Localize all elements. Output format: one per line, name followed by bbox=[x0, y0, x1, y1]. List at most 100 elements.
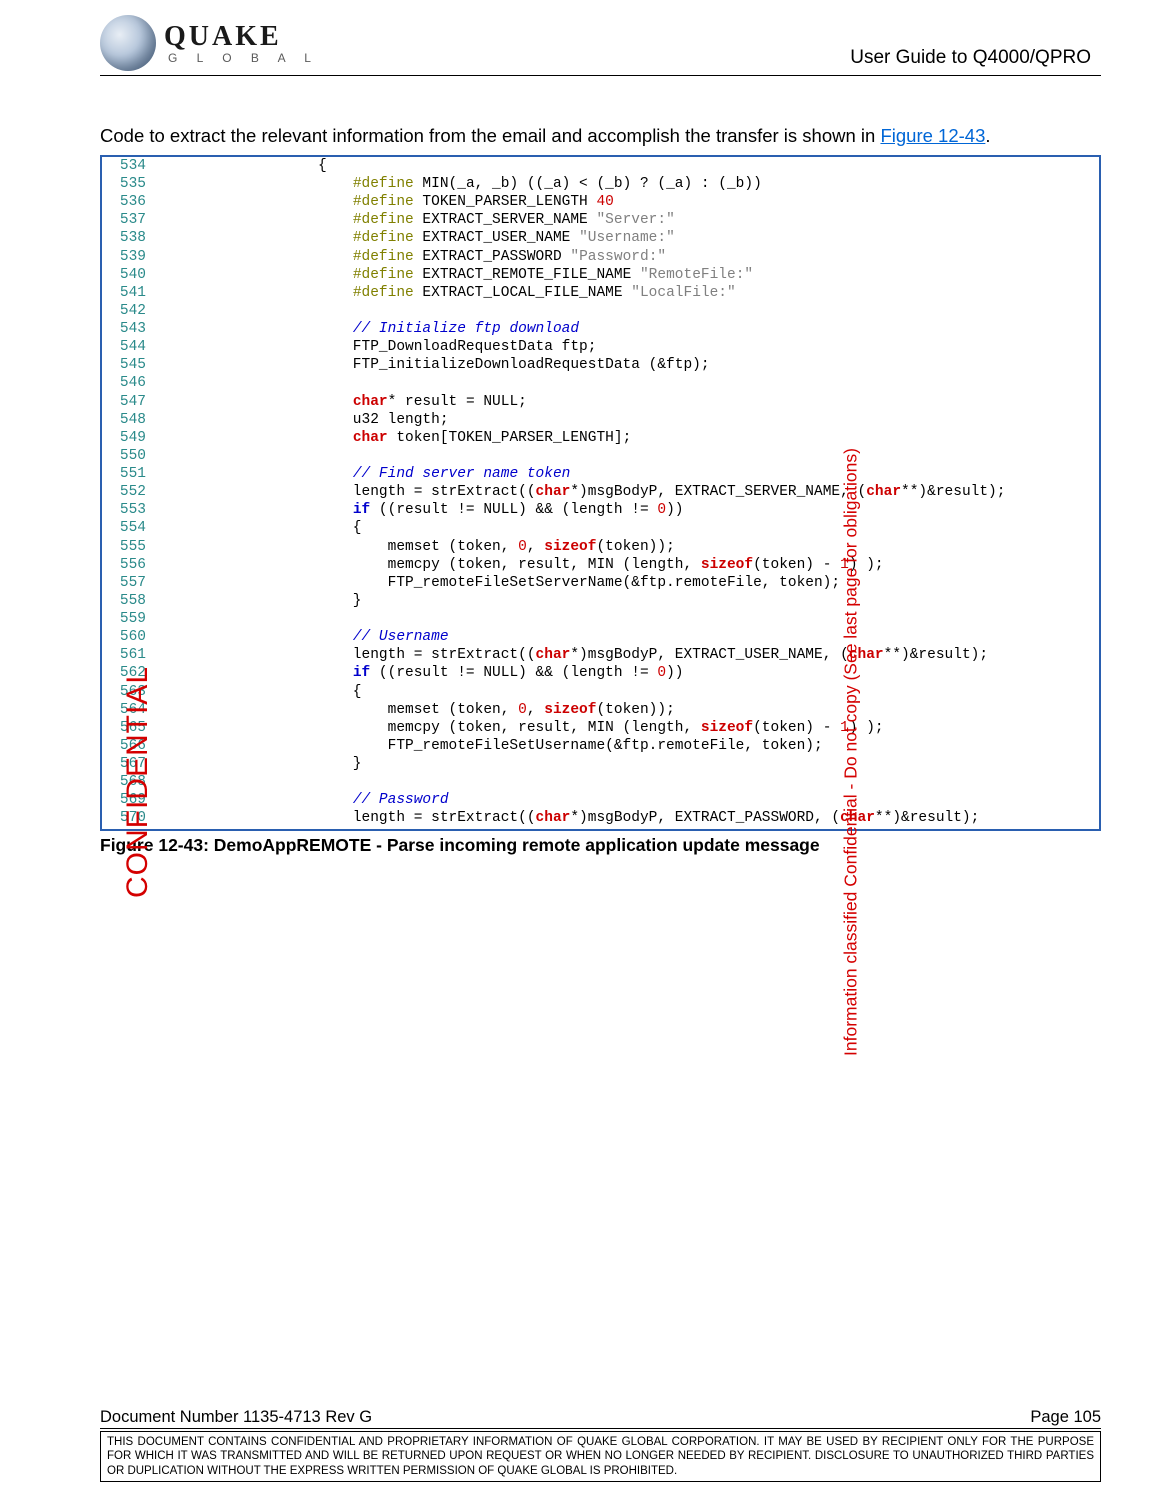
intro-period: . bbox=[985, 125, 990, 146]
logo-sub-text: G L O B A L bbox=[168, 51, 319, 65]
code-line: 569 // Password bbox=[102, 791, 1099, 809]
code-line: 554 { bbox=[102, 519, 1099, 537]
intro-paragraph: Code to extract the relevant information… bbox=[100, 124, 1101, 149]
line-number: 560 bbox=[102, 628, 158, 646]
code-text: // Initialize ftp download bbox=[158, 320, 1099, 338]
code-text: memcpy (token, result, MIN (length, size… bbox=[158, 556, 1099, 574]
page-header: QUAKE G L O B A L User Guide to Q4000/QP… bbox=[100, 15, 1101, 76]
globe-icon bbox=[100, 15, 156, 71]
code-line: 564 memset (token, 0, sizeof(token)); bbox=[102, 701, 1099, 719]
code-text: length = strExtract((char*)msgBodyP, EXT… bbox=[158, 646, 1099, 664]
code-line: 549 char token[TOKEN_PARSER_LENGTH]; bbox=[102, 429, 1099, 447]
confidential-watermark-left: CONFIDENTIAL bbox=[121, 666, 155, 898]
figure-caption: Figure 12-43: DemoAppREMOTE - Parse inco… bbox=[100, 835, 1101, 856]
code-line: 570 length = strExtract((char*)msgBodyP,… bbox=[102, 809, 1099, 827]
code-line: 541 #define EXTRACT_LOCAL_FILE_NAME "Loc… bbox=[102, 284, 1099, 302]
code-text: FTP_remoteFileSetUsername(&ftp.remoteFil… bbox=[158, 737, 1099, 755]
figure-link[interactable]: Figure 12-43 bbox=[880, 125, 985, 146]
line-number: 547 bbox=[102, 393, 158, 411]
code-text: } bbox=[158, 755, 1099, 773]
code-text: { bbox=[158, 157, 1099, 175]
code-line: 546 bbox=[102, 374, 1099, 392]
code-text: length = strExtract((char*)msgBodyP, EXT… bbox=[158, 809, 1099, 827]
code-text: #define EXTRACT_LOCAL_FILE_NAME "LocalFi… bbox=[158, 284, 1099, 302]
code-line: 534{ bbox=[102, 157, 1099, 175]
code-text bbox=[158, 610, 1099, 628]
code-line: 553 if ((result != NULL) && (length != 0… bbox=[102, 501, 1099, 519]
confidential-watermark-right: Information classified Confidential - Do… bbox=[841, 448, 862, 1056]
code-line: 543 // Initialize ftp download bbox=[102, 320, 1099, 338]
code-line: 558 } bbox=[102, 592, 1099, 610]
code-text: length = strExtract((char*)msgBodyP, EXT… bbox=[158, 483, 1099, 501]
line-number: 548 bbox=[102, 411, 158, 429]
code-line: 550 bbox=[102, 447, 1099, 465]
line-number: 552 bbox=[102, 483, 158, 501]
code-text: } bbox=[158, 592, 1099, 610]
page-footer: Document Number 1135-4713 Rev G Page 105… bbox=[100, 1408, 1101, 1482]
code-text: if ((result != NULL) && (length != 0)) bbox=[158, 501, 1099, 519]
code-text bbox=[158, 447, 1099, 465]
intro-text: Code to extract the relevant information… bbox=[100, 125, 880, 146]
document-title: User Guide to Q4000/QPRO bbox=[850, 47, 1091, 69]
line-number: 542 bbox=[102, 302, 158, 320]
code-line: 542 bbox=[102, 302, 1099, 320]
code-text: FTP_remoteFileSetServerName(&ftp.remoteF… bbox=[158, 574, 1099, 592]
line-number: 557 bbox=[102, 574, 158, 592]
line-number: 534 bbox=[102, 157, 158, 175]
code-line: 561 length = strExtract((char*)msgBodyP,… bbox=[102, 646, 1099, 664]
code-text: #define EXTRACT_SERVER_NAME "Server:" bbox=[158, 211, 1099, 229]
line-number: 549 bbox=[102, 429, 158, 447]
code-text: char* result = NULL; bbox=[158, 393, 1099, 411]
code-line: 563 { bbox=[102, 683, 1099, 701]
code-text: #define EXTRACT_USER_NAME "Username:" bbox=[158, 229, 1099, 247]
code-line: 557 FTP_remoteFileSetServerName(&ftp.rem… bbox=[102, 574, 1099, 592]
code-line: 537 #define EXTRACT_SERVER_NAME "Server:… bbox=[102, 211, 1099, 229]
line-number: 561 bbox=[102, 646, 158, 664]
code-line: 571 if ((result != NULL) && (length != 0… bbox=[102, 828, 1099, 831]
page-number: Page 105 bbox=[1030, 1408, 1101, 1427]
code-line: 535 #define MIN(_a, _b) ((_a) < (_b) ? (… bbox=[102, 175, 1099, 193]
line-number: 541 bbox=[102, 284, 158, 302]
line-number: 536 bbox=[102, 193, 158, 211]
code-text: memcpy (token, result, MIN (length, size… bbox=[158, 719, 1099, 737]
code-line: 536 #define TOKEN_PARSER_LENGTH 40 bbox=[102, 193, 1099, 211]
code-line: 568 bbox=[102, 773, 1099, 791]
line-number: 559 bbox=[102, 610, 158, 628]
code-text: memset (token, 0, sizeof(token)); bbox=[158, 701, 1099, 719]
code-text: #define EXTRACT_REMOTE_FILE_NAME "Remote… bbox=[158, 266, 1099, 284]
code-line: 556 memcpy (token, result, MIN (length, … bbox=[102, 556, 1099, 574]
code-text: #define TOKEN_PARSER_LENGTH 40 bbox=[158, 193, 1099, 211]
code-line: 538 #define EXTRACT_USER_NAME "Username:… bbox=[102, 229, 1099, 247]
line-number: 556 bbox=[102, 556, 158, 574]
line-number: 539 bbox=[102, 248, 158, 266]
code-line: 540 #define EXTRACT_REMOTE_FILE_NAME "Re… bbox=[102, 266, 1099, 284]
code-line: 560 // Username bbox=[102, 628, 1099, 646]
code-text: #define MIN(_a, _b) ((_a) < (_b) ? (_a) … bbox=[158, 175, 1099, 193]
code-line: 544 FTP_DownloadRequestData ftp; bbox=[102, 338, 1099, 356]
code-text: if ((result != NULL) && (length != 0)) bbox=[158, 828, 1099, 831]
code-line: 555 memset (token, 0, sizeof(token)); bbox=[102, 538, 1099, 556]
code-text: char token[TOKEN_PARSER_LENGTH]; bbox=[158, 429, 1099, 447]
line-number: 545 bbox=[102, 356, 158, 374]
code-line: 551 // Find server name token bbox=[102, 465, 1099, 483]
line-number: 558 bbox=[102, 592, 158, 610]
line-number: 535 bbox=[102, 175, 158, 193]
code-text: // Find server name token bbox=[158, 465, 1099, 483]
code-text bbox=[158, 302, 1099, 320]
code-text: u32 length; bbox=[158, 411, 1099, 429]
code-line: 548 u32 length; bbox=[102, 411, 1099, 429]
document-number: Document Number 1135-4713 Rev G bbox=[100, 1408, 372, 1427]
line-number: 544 bbox=[102, 338, 158, 356]
legal-notice: THIS DOCUMENT CONTAINS CONFIDENTIAL AND … bbox=[100, 1431, 1101, 1482]
code-line: 547 char* result = NULL; bbox=[102, 393, 1099, 411]
code-text: { bbox=[158, 519, 1099, 537]
code-text: FTP_DownloadRequestData ftp; bbox=[158, 338, 1099, 356]
code-text bbox=[158, 773, 1099, 791]
code-line: 552 length = strExtract((char*)msgBodyP,… bbox=[102, 483, 1099, 501]
code-text: #define EXTRACT_PASSWORD "Password:" bbox=[158, 248, 1099, 266]
line-number: 554 bbox=[102, 519, 158, 537]
code-figure: 534{535 #define MIN(_a, _b) ((_a) < (_b)… bbox=[100, 155, 1101, 831]
code-line: 559 bbox=[102, 610, 1099, 628]
line-number: 537 bbox=[102, 211, 158, 229]
code-text: FTP_initializeDownloadRequestData (&ftp)… bbox=[158, 356, 1099, 374]
